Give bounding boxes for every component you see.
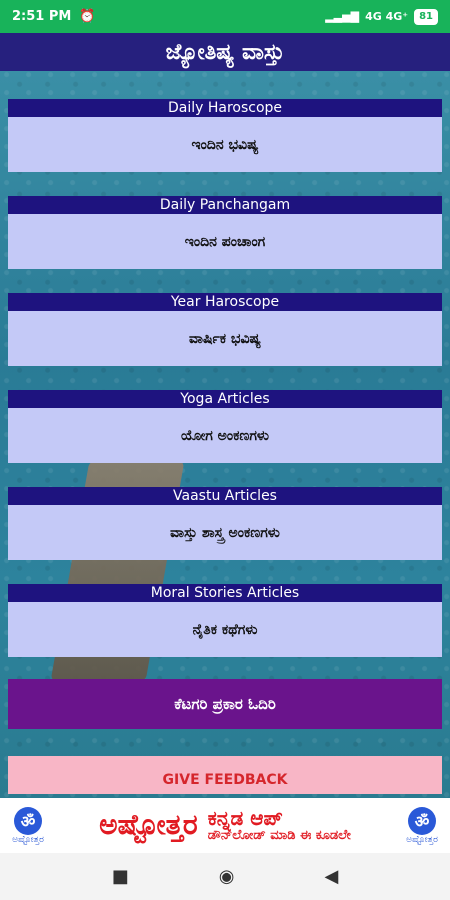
status-time: 2:51 PM bbox=[12, 9, 72, 24]
home-icon[interactable]: ◉ bbox=[219, 866, 235, 887]
alarm-icon: ⏰ bbox=[79, 9, 96, 24]
system-navbar: ■ ◉ ◀ bbox=[0, 853, 450, 900]
card-body[interactable]: ವಾಸ್ತು ಶಾಸ್ತ್ರ ಅಂಕಣಗಳು bbox=[8, 505, 442, 560]
year-horoscope-card[interactable]: Year Haroscope ವಾರ್ಷಿಕ ಭವಿಷ್ಯ bbox=[8, 293, 442, 366]
om-icon: ॐ bbox=[408, 806, 436, 835]
ad-logo-left: ॐ ಅಷ್ಟೋತ್ತರ bbox=[6, 806, 50, 845]
ad-logo-text: ಅಷ್ಟೋತ್ತರ bbox=[406, 834, 438, 845]
card-header: Yoga Articles bbox=[8, 390, 442, 408]
ad-logo-right: ॐ ಅಷ್ಟೋತ್ತರ bbox=[400, 806, 444, 845]
card-header: Year Haroscope bbox=[8, 293, 442, 311]
card-header: Daily Haroscope bbox=[8, 99, 442, 117]
card-body[interactable]: ನೈತಿಕ ಕಥೆಗಳು bbox=[8, 602, 442, 657]
category-read-button[interactable]: ಕೆಟಗರಿ ಪ್ರಕಾರ ಓದಿರಿ bbox=[8, 679, 442, 729]
signal-icon: ▂▃▅▇ bbox=[325, 10, 360, 23]
om-icon: ॐ bbox=[14, 806, 42, 835]
main-content: Daily Haroscope ಇಂದಿನ ಭವಿಷ್ಯ Daily Panch… bbox=[0, 71, 450, 798]
card-body[interactable]: ಇಂದಿನ ಪಂಚಾಂಗ bbox=[8, 214, 442, 269]
ad-line2: ಡೌನ್‌ಲೋಡ್ ಮಾಡಿ ಈ ಕೂಡಲೇ bbox=[207, 828, 351, 844]
network-label: 4G 4G⁺ bbox=[365, 10, 409, 23]
card-body[interactable]: ಯೋಗ ಅಂಕಣಗಳು bbox=[8, 408, 442, 463]
ad-title: ಅಷ್ಟೋತ್ತರ bbox=[99, 808, 198, 842]
battery-icon: 81 bbox=[414, 8, 438, 25]
yoga-articles-card[interactable]: Yoga Articles ಯೋಗ ಅಂಕಣಗಳು bbox=[8, 390, 442, 463]
recent-apps-icon[interactable]: ■ bbox=[112, 866, 129, 887]
daily-panchangam-card[interactable]: Daily Panchangam ಇಂದಿನ ಪಂಚಾಂಗ bbox=[8, 196, 442, 269]
status-bar: 2:51 PM ⏰ ▂▃▅▇ 4G 4G⁺ 81 bbox=[0, 0, 450, 33]
ad-lines: ಕನ್ನಡ ಆಪ್ ಡೌನ್‌ಲೋಡ್ ಮಾಡಿ ಈ ಕೂಡಲೇ bbox=[208, 807, 351, 843]
app-title: ಜ್ಯೋತಿಷ್ಯ ವಾಸ್ತು bbox=[0, 33, 450, 71]
ad-line1: ಕನ್ನಡ ಆಪ್ bbox=[207, 806, 283, 831]
moral-stories-card[interactable]: Moral Stories Articles ನೈತಿಕ ಕಥೆಗಳು bbox=[8, 584, 442, 657]
give-feedback-button[interactable]: GIVE FEEDBACK bbox=[8, 756, 442, 794]
vaastu-articles-card[interactable]: Vaastu Articles ವಾಸ್ತು ಶಾಸ್ತ್ರ ಅಂಕಣಗಳು bbox=[8, 487, 442, 560]
ad-text-block: ಅಷ್ಟೋತ್ತರ ಕನ್ನಡ ಆಪ್ ಡೌನ್‌ಲೋಡ್ ಮಾಡಿ ಈ ಕೂಡ… bbox=[99, 807, 351, 843]
app-title-text: ಜ್ಯೋತಿಷ್ಯ ವಾಸ್ತು bbox=[165, 39, 285, 65]
back-icon[interactable]: ◀ bbox=[324, 866, 338, 887]
card-header: Daily Panchangam bbox=[8, 196, 442, 214]
card-header: Vaastu Articles bbox=[8, 487, 442, 505]
ad-logo-text: ಅಷ್ಟೋತ್ತರ bbox=[12, 834, 44, 845]
ad-banner[interactable]: ॐ ಅಷ್ಟೋತ್ತರ ಅಷ್ಟೋತ್ತರ ಕನ್ನಡ ಆಪ್ ಡೌನ್‌ಲೋಡ… bbox=[0, 798, 450, 853]
daily-horoscope-card[interactable]: Daily Haroscope ಇಂದಿನ ಭವಿಷ್ಯ bbox=[8, 99, 442, 172]
card-header: Moral Stories Articles bbox=[8, 584, 442, 602]
card-body[interactable]: ಇಂದಿನ ಭವಿಷ್ಯ bbox=[8, 117, 442, 172]
card-body[interactable]: ವಾರ್ಷಿಕ ಭವಿಷ್ಯ bbox=[8, 311, 442, 366]
